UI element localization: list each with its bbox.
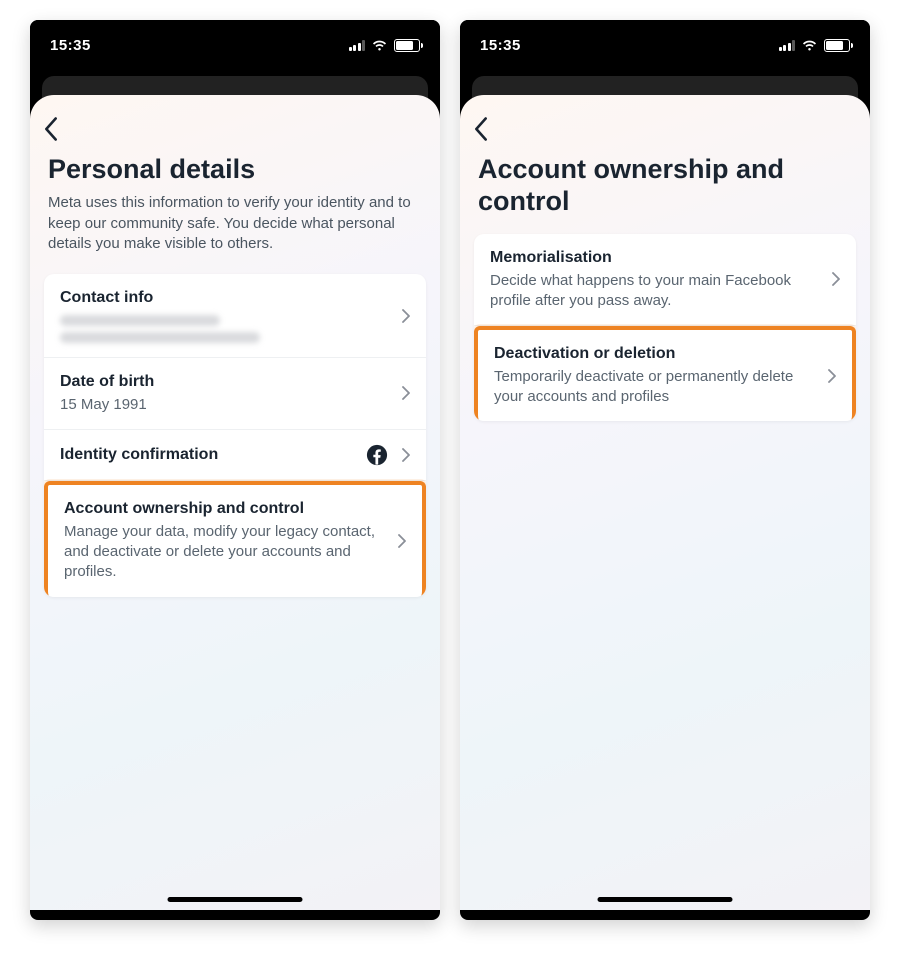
redacted-text bbox=[60, 332, 260, 343]
status-time: 15:35 bbox=[50, 37, 91, 54]
settings-card: Contact info Date of birth 15 May 1991 bbox=[44, 274, 426, 596]
cellular-icon bbox=[349, 40, 366, 51]
status-indicators bbox=[349, 39, 421, 52]
phone-right: 15:35 Account ownership and control Memo… bbox=[460, 20, 870, 920]
settings-card: Memorialisation Decide what happens to y… bbox=[474, 234, 856, 422]
row-date-of-birth[interactable]: Date of birth 15 May 1991 bbox=[44, 358, 426, 430]
row-title: Identity confirmation bbox=[60, 445, 354, 466]
home-indicator[interactable] bbox=[598, 897, 733, 902]
battery-icon bbox=[394, 39, 420, 52]
row-title: Contact info bbox=[60, 288, 390, 309]
home-indicator[interactable] bbox=[168, 897, 303, 902]
chevron-right-icon bbox=[828, 369, 836, 383]
row-memorialisation[interactable]: Memorialisation Decide what happens to y… bbox=[474, 234, 856, 326]
chevron-right-icon bbox=[402, 386, 410, 400]
row-subtitle: Decide what happens to your main Faceboo… bbox=[490, 271, 820, 312]
chevron-right-icon bbox=[402, 448, 410, 462]
row-subtitle: Temporarily deactivate or permanently de… bbox=[494, 367, 816, 408]
row-contact-info[interactable]: Contact info bbox=[44, 274, 426, 358]
chevron-right-icon bbox=[398, 534, 406, 548]
row-value: 15 May 1991 bbox=[60, 395, 390, 415]
row-identity-confirmation[interactable]: Identity confirmation bbox=[44, 430, 426, 481]
battery-icon bbox=[824, 39, 850, 52]
chevron-left-icon bbox=[474, 117, 488, 141]
row-deactivation-deletion[interactable]: Deactivation or deletion Temporarily dea… bbox=[474, 326, 856, 421]
back-button[interactable] bbox=[474, 111, 510, 147]
row-title: Account ownership and control bbox=[64, 499, 386, 520]
cellular-icon bbox=[779, 40, 796, 51]
redacted-text bbox=[60, 315, 220, 326]
facebook-icon bbox=[366, 444, 388, 466]
page-description: Meta uses this information to verify you… bbox=[48, 193, 422, 254]
wifi-icon bbox=[801, 39, 818, 51]
chevron-right-icon bbox=[832, 272, 840, 286]
row-title: Deactivation or deletion bbox=[494, 344, 816, 365]
status-bar: 15:35 bbox=[30, 20, 440, 70]
row-title: Memorialisation bbox=[490, 248, 820, 269]
row-subtitle: Manage your data, modify your legacy con… bbox=[64, 522, 386, 583]
page-title: Account ownership and control bbox=[478, 153, 852, 218]
status-bar: 15:35 bbox=[460, 20, 870, 70]
row-title: Date of birth bbox=[60, 372, 390, 393]
chevron-right-icon bbox=[402, 309, 410, 323]
status-time: 15:35 bbox=[480, 37, 521, 54]
back-button[interactable] bbox=[44, 111, 80, 147]
chevron-left-icon bbox=[44, 117, 58, 141]
wifi-icon bbox=[371, 39, 388, 51]
row-account-ownership[interactable]: Account ownership and control Manage you… bbox=[44, 481, 426, 597]
phone-left: 15:35 Personal details Meta uses this in… bbox=[30, 20, 440, 920]
page-title: Personal details bbox=[48, 153, 422, 185]
status-indicators bbox=[779, 39, 851, 52]
